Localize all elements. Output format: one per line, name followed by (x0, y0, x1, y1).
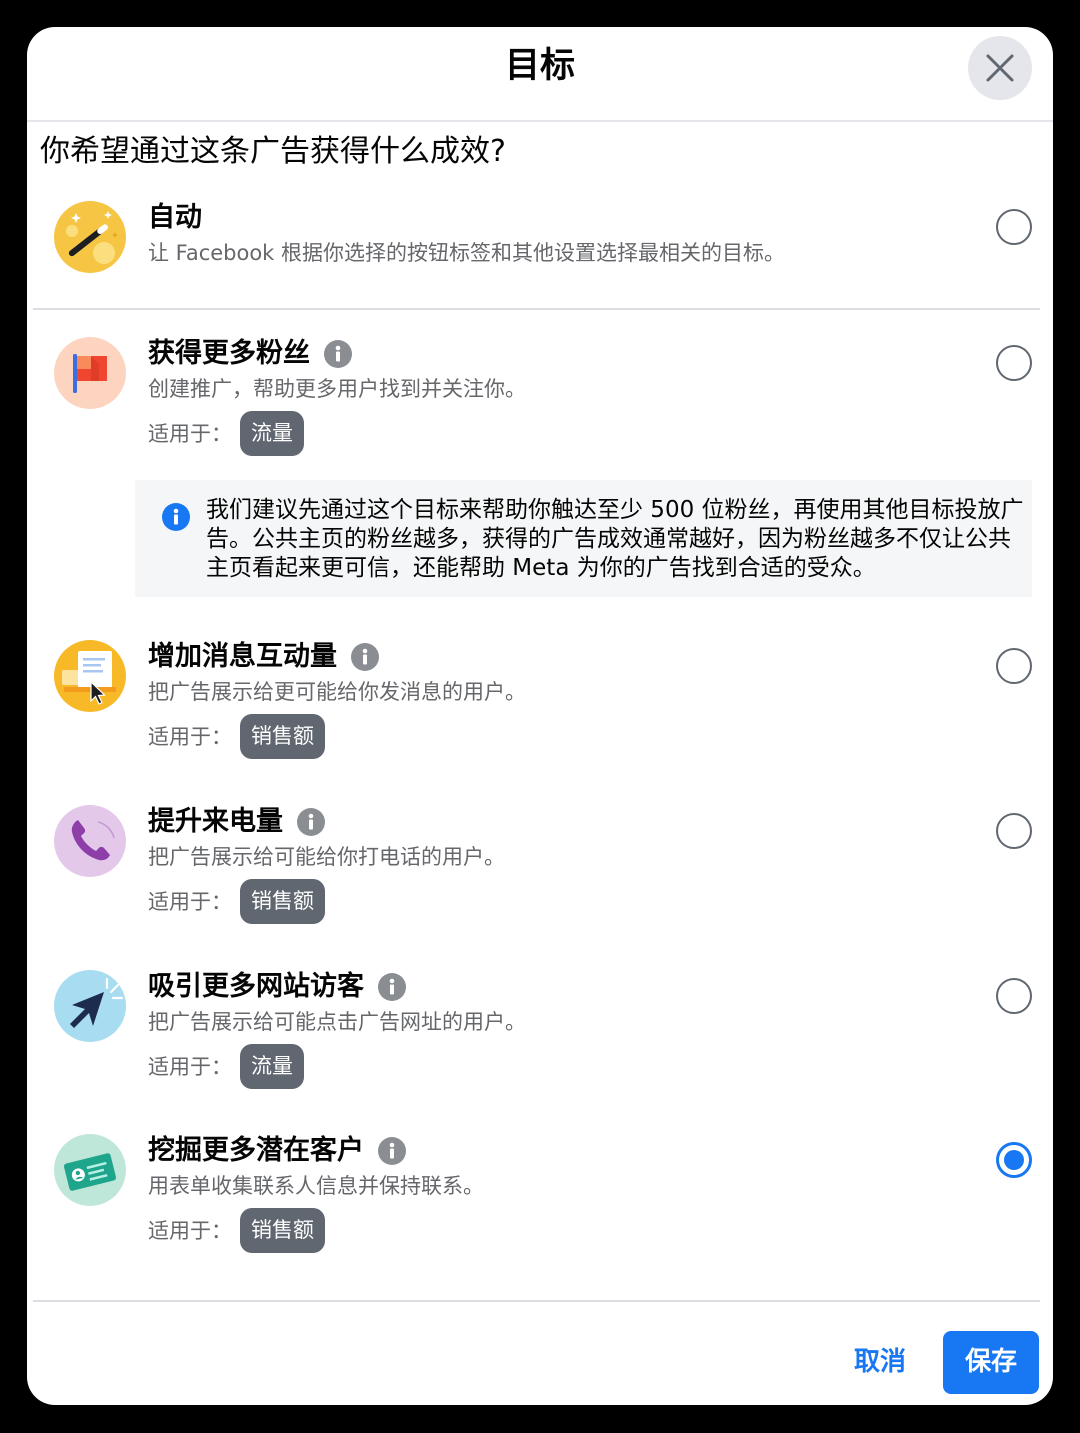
applies-badge: 流量 (240, 410, 304, 456)
close-button[interactable] (968, 36, 1032, 100)
cursor-click-icon (54, 970, 126, 1042)
objective-messages[interactable]: 增加消息互动量 把广告展示给更可能给你发消息的用户。 适用于： 销售额 (27, 637, 1053, 765)
objective-website-visitors[interactable]: 吸引更多网站访客 把广告展示给可能点击广告网址的用户。 适用于： 流量 (27, 967, 1053, 1095)
phone-icon (54, 805, 126, 877)
objective-description: 把广告展示给可能点击广告网址的用户。 (148, 1010, 526, 1034)
section-divider (33, 308, 1040, 310)
objective-title: 获得更多粉丝 (148, 338, 310, 369)
objective-title: 提升来电量 (148, 806, 283, 837)
close-icon (986, 54, 1014, 82)
objective-title-row: 增加消息互动量 (148, 637, 379, 677)
objective-applies: 适用于： 流量 (148, 1043, 304, 1089)
objective-title-row: 自动 (148, 198, 202, 238)
cancel-button[interactable]: 取消 (840, 1337, 920, 1387)
dialog-title: 目标 (504, 46, 575, 86)
applies-badge: 销售额 (240, 878, 325, 924)
objective-description: 把广告展示给更可能给你发消息的用户。 (148, 680, 526, 704)
objective-leads[interactable]: 挖掘更多潜在客户 用表单收集联系人信息并保持联系。 适用于： 销售额 (27, 1131, 1053, 1259)
objective-title: 自动 (148, 202, 202, 233)
objective-applies: 适用于： 销售额 (148, 1207, 325, 1253)
objective-description: 把广告展示给可能给你打电话的用户。 (148, 845, 505, 869)
objective-title-row: 提升来电量 (148, 802, 325, 842)
flag-icon (54, 337, 126, 409)
objective-description: 让 Facebook 根据你选择的按钮标签和其他设置选择最相关的目标。 (148, 241, 786, 265)
notice-text: 我们建议先通过这个目标来帮助你触达至少 500 位粉丝，再使用其他目标投放广告。… (206, 497, 1024, 581)
applies-label: 适用于： (148, 725, 232, 749)
message-card-icon (54, 640, 126, 712)
objective-description: 用表单收集联系人信息并保持联系。 (148, 1174, 484, 1198)
info-icon[interactable] (324, 340, 352, 368)
objective-radio-followers[interactable] (996, 345, 1032, 381)
objective-title-row: 获得更多粉丝 (148, 334, 352, 374)
objective-radio-leads[interactable] (996, 1142, 1032, 1178)
contact-card-icon (54, 1134, 126, 1206)
objective-applies: 适用于： 销售额 (148, 878, 325, 924)
applies-label: 适用于： (148, 1219, 232, 1243)
objective-followers[interactable]: 获得更多粉丝 创建推广，帮助更多用户找到并关注你。 适用于： 流量 (27, 334, 1053, 462)
objective-radio-website-visitors[interactable] (996, 978, 1032, 1014)
magic-wand-icon (54, 201, 126, 273)
info-icon[interactable] (351, 643, 379, 671)
applies-badge: 销售额 (240, 1207, 325, 1253)
objective-title: 增加消息互动量 (148, 641, 337, 672)
objective-applies: 适用于： 流量 (148, 410, 304, 456)
objective-calls[interactable]: 提升来电量 把广告展示给可能给你打电话的用户。 适用于： 销售额 (27, 802, 1053, 930)
objective-radio-auto[interactable] (996, 209, 1032, 245)
objective-title-row: 挖掘更多潜在客户 (148, 1131, 406, 1171)
applies-badge: 销售额 (240, 713, 325, 759)
objective-title: 吸引更多网站访客 (148, 971, 364, 1002)
applies-label: 适用于： (148, 1055, 232, 1079)
objective-title: 挖掘更多潜在客户 (148, 1135, 364, 1166)
info-icon[interactable] (378, 973, 406, 1001)
objective-auto[interactable]: 自动 让 Facebook 根据你选择的按钮标签和其他设置选择最相关的目标。 (27, 198, 1053, 326)
objective-description: 创建推广，帮助更多用户找到并关注你。 (148, 377, 526, 401)
objective-radio-calls[interactable] (996, 813, 1032, 849)
header-divider (27, 120, 1053, 122)
objective-title-row: 吸引更多网站访客 (148, 967, 406, 1007)
footer-divider (33, 1300, 1040, 1302)
info-icon[interactable] (297, 808, 325, 836)
objective-radio-messages[interactable] (996, 648, 1032, 684)
info-icon[interactable] (378, 1137, 406, 1165)
save-button[interactable]: 保存 (943, 1331, 1039, 1394)
applies-label: 适用于： (148, 890, 232, 914)
applies-badge: 流量 (240, 1043, 304, 1089)
objective-applies: 适用于： 销售额 (148, 713, 325, 759)
applies-label: 适用于： (148, 422, 232, 446)
info-icon (162, 503, 190, 531)
dialog-question: 你希望通过这条广告获得什么成效? (40, 134, 506, 169)
followers-notice: 我们建议先通过这个目标来帮助你触达至少 500 位粉丝，再使用其他目标投放广告。… (135, 480, 1032, 597)
objective-dialog: 目标 你希望通过这条广告获得什么成效? 自动 让 Facebook 根据你选择的… (27, 27, 1053, 1405)
